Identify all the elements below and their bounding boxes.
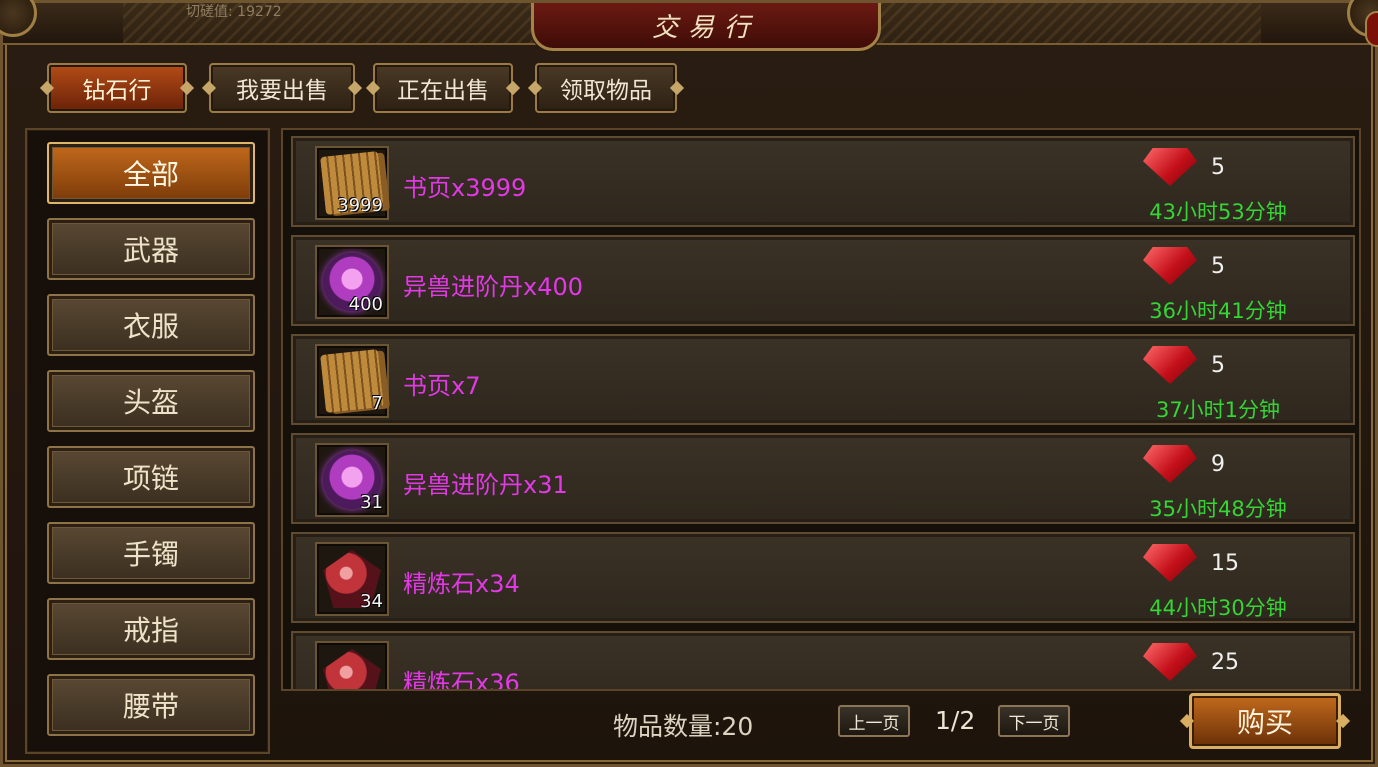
header-stat-text: 切磋值: 19272 (186, 4, 282, 20)
item-price: 9 (1211, 452, 1225, 477)
tab-on-sale[interactable]: 正在出售 (373, 63, 513, 113)
item-time-left: 35小时48分钟 (1149, 497, 1287, 521)
item-time-left: 44小时30分钟 (1149, 596, 1287, 620)
item-quantity: 7 (371, 393, 383, 414)
stone-icon (323, 649, 381, 689)
item-price: 5 (1211, 155, 1225, 180)
item-quantity: 3999 (337, 195, 383, 216)
tab-collect-items[interactable]: 领取物品 (535, 63, 677, 113)
trade-window: 切磋值: 19272 交易行 钻石行 我要出售 正在出售 领取物品 全部 武器 … (0, 0, 1378, 767)
diamond-icon (1143, 643, 1197, 681)
tab-sell[interactable]: 我要出售 (209, 63, 355, 113)
category-helmet[interactable]: 头盔 (47, 370, 255, 432)
item-slot: 36 (315, 641, 389, 691)
item-slot: 400 (315, 245, 389, 319)
next-page-button[interactable]: 下一页 (998, 705, 1070, 737)
page-indicator: 1/2 (935, 706, 976, 735)
item-name: 异兽进阶丹x400 (403, 273, 584, 301)
list-item[interactable]: 3999 书页x3999 5 43小时53分钟 (291, 136, 1355, 227)
item-price: 5 (1211, 353, 1225, 378)
diamond-icon (1143, 445, 1197, 483)
item-slot: 31 (315, 443, 389, 517)
title-bar-ornament-right (841, 3, 1261, 43)
item-slot: 3999 (315, 146, 389, 220)
corner-ornament-icon (0, 0, 37, 37)
list-item[interactable]: 7 书页x7 5 37小时1分钟 (291, 334, 1355, 425)
prev-page-button[interactable]: 上一页 (838, 705, 910, 737)
title-plate: 交易行 (531, 3, 881, 51)
window-title: 交易行 (651, 13, 760, 43)
diamond-icon (1143, 544, 1197, 582)
category-clothes[interactable]: 衣服 (47, 294, 255, 356)
item-slot: 34 (315, 542, 389, 616)
close-button[interactable] (1365, 11, 1378, 47)
category-ring[interactable]: 戒指 (47, 598, 255, 660)
item-price: 15 (1211, 551, 1239, 576)
tab-diamond-market[interactable]: 钻石行 (47, 63, 187, 113)
category-weapon[interactable]: 武器 (47, 218, 255, 280)
item-name: 精炼石x34 (403, 570, 520, 598)
title-bar: 切磋值: 19272 交易行 (0, 0, 1378, 51)
item-quantity: 31 (360, 492, 383, 513)
category-panel: 全部 武器 衣服 头盔 项链 手镯 戒指 腰带 (25, 128, 270, 754)
item-time-left: 36小时41分钟 (1149, 299, 1287, 323)
list-item[interactable]: 400 异兽进阶丹x400 5 36小时41分钟 (291, 235, 1355, 326)
list-item[interactable]: 34 精炼石x34 15 44小时30分钟 (291, 532, 1355, 623)
item-quantity: 34 (360, 591, 383, 612)
item-price: 25 (1211, 650, 1239, 675)
item-count: 物品数量:20 (613, 712, 754, 741)
diamond-icon (1143, 148, 1197, 186)
item-quantity: 400 (348, 294, 383, 315)
list-item[interactable]: 36 精炼石x36 25 (291, 631, 1355, 691)
item-name: 异兽进阶丹x31 (403, 471, 568, 499)
item-name: 书页x3999 (403, 174, 527, 202)
category-bracelet[interactable]: 手镯 (47, 522, 255, 584)
item-slot: 7 (315, 344, 389, 418)
item-time-left: 43小时53分钟 (1149, 200, 1287, 224)
item-price: 5 (1211, 254, 1225, 279)
list-item[interactable]: 31 异兽进阶丹x31 9 35小时48分钟 (291, 433, 1355, 524)
category-necklace[interactable]: 项链 (47, 446, 255, 508)
category-belt[interactable]: 腰带 (47, 674, 255, 736)
buy-button[interactable]: 购买 (1189, 693, 1341, 749)
item-name: 精炼石x36 (403, 669, 520, 691)
diamond-icon (1143, 346, 1197, 384)
diamond-icon (1143, 247, 1197, 285)
item-list: 3999 书页x3999 5 43小时53分钟 400 异兽进阶丹x400 5 … (281, 128, 1361, 691)
category-all[interactable]: 全部 (47, 142, 255, 204)
item-quantity: 36 (360, 690, 383, 691)
item-name: 书页x7 (403, 372, 481, 400)
item-time-left: 37小时1分钟 (1155, 398, 1281, 422)
